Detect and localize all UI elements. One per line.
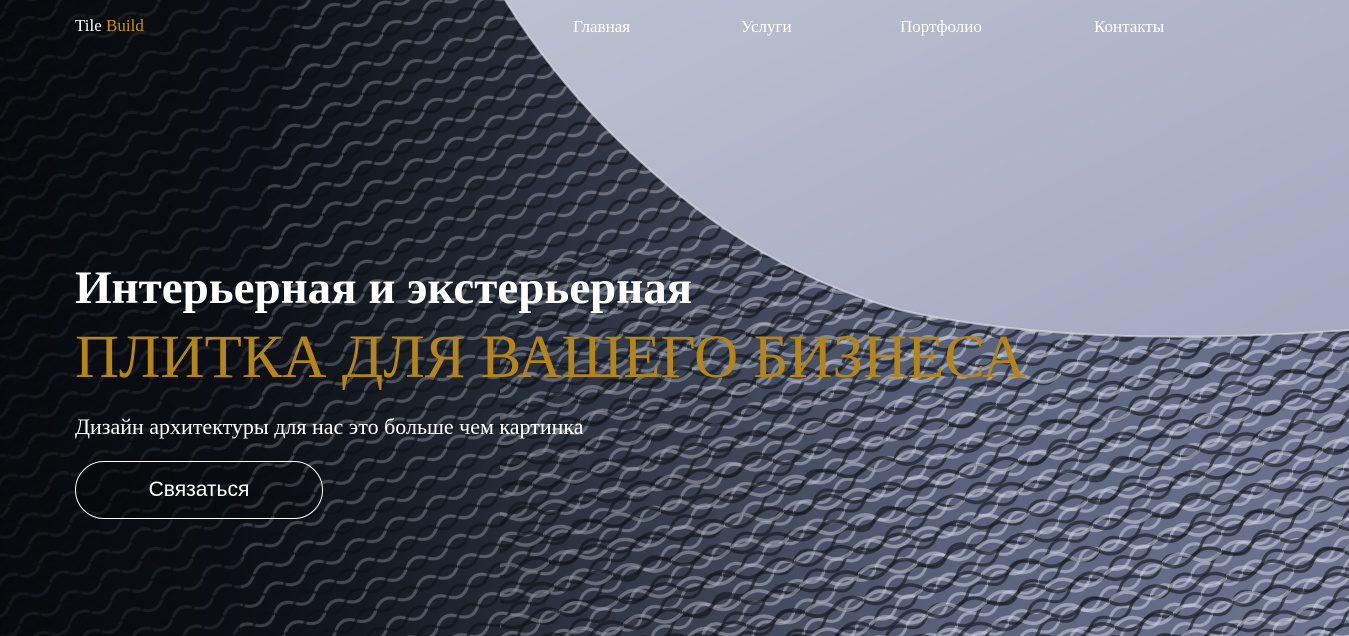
hero-headline: Интерьерная и экстерьерная	[75, 262, 693, 314]
logo[interactable]: Tile Build	[75, 16, 144, 36]
hero-background-image	[0, 0, 1349, 636]
site-header: Tile Build Главная Услуги Портфолио Конт…	[0, 0, 1349, 54]
contact-button-label: Связаться	[148, 478, 250, 501]
hero-headline-accent: ПЛИТКА ДЛЯ ВАШЕГО БИЗНЕСА	[75, 324, 1027, 391]
logo-text-main: Tile	[75, 16, 102, 35]
contact-button[interactable]: Связаться	[75, 461, 323, 519]
hero-subtitle: Дизайн архитектуры для нас это больше че…	[75, 414, 584, 439]
hero-section: Tile Build Главная Услуги Портфолио Конт…	[0, 0, 1349, 636]
nav-item-contacts[interactable]: Контакты	[1094, 17, 1164, 37]
nav-item-services[interactable]: Услуги	[741, 17, 792, 37]
logo-text-accent: Build	[106, 16, 144, 35]
nav-item-portfolio[interactable]: Портфолио	[900, 17, 982, 37]
nav-item-home[interactable]: Главная	[573, 17, 630, 37]
